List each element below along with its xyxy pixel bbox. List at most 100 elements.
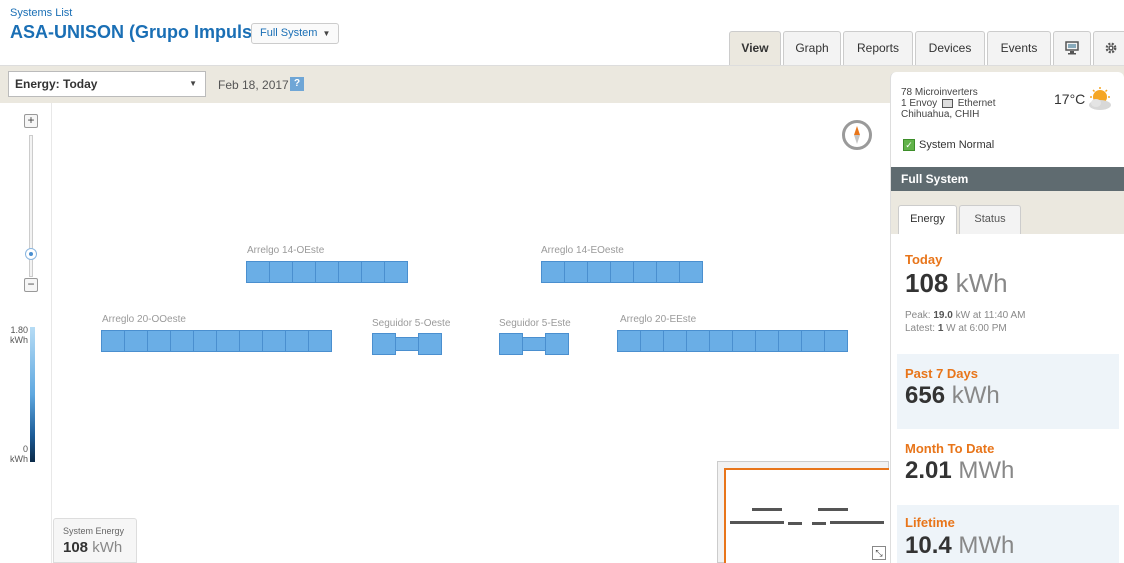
envoy-connection: Ethernet (957, 98, 996, 109)
compass-icon[interactable] (842, 120, 872, 150)
solar-array[interactable] (541, 261, 703, 283)
stat-week-number: 656 (905, 382, 946, 409)
chevron-down-icon: ▼ (322, 29, 331, 38)
solar-panel[interactable] (663, 330, 687, 352)
partly-sunny-icon (1089, 87, 1111, 110)
solar-panel[interactable] (499, 333, 523, 355)
solar-panel[interactable] (564, 261, 588, 283)
solar-panel[interactable] (610, 261, 634, 283)
view-tabs: View Graph Reports Devices Events (729, 31, 1124, 65)
solar-panel[interactable] (147, 330, 171, 352)
stat-life-number: 10.4 (905, 532, 952, 559)
system-energy-number: 108 (63, 539, 89, 556)
zoom-in-button[interactable]: + (24, 114, 38, 128)
array-label: Seguidor 5-Oeste (372, 318, 451, 329)
solar-panel[interactable] (801, 330, 825, 352)
solar-panel[interactable] (372, 333, 396, 355)
solar-panel[interactable] (193, 330, 217, 352)
stat-month-number: 2.01 (905, 457, 952, 484)
solar-panel[interactable] (239, 330, 263, 352)
solar-panel[interactable] (216, 330, 240, 352)
energy-period-select[interactable]: Energy: Today ▼ (8, 71, 206, 97)
solar-panel[interactable] (395, 337, 419, 351)
solar-panel[interactable] (732, 330, 756, 352)
stat-today-value: 108 kWh (905, 268, 1008, 299)
system-dropdown[interactable]: Full System ▼ (251, 23, 340, 44)
solar-panel[interactable] (269, 261, 293, 283)
scale-max-label: 1.80 kWh (6, 325, 28, 345)
solar-panel[interactable] (679, 261, 703, 283)
solar-panel[interactable] (587, 261, 611, 283)
minimap-viewport[interactable] (724, 468, 889, 563)
solar-panel[interactable] (361, 261, 385, 283)
solar-panel[interactable] (338, 261, 362, 283)
solar-array[interactable] (617, 330, 848, 352)
solar-array[interactable] (246, 261, 408, 283)
solar-panel[interactable] (541, 261, 565, 283)
array-map[interactable]: + − 1.80 kWh 0 kWh Arrelgo 14-OEste Arre… (0, 103, 890, 563)
solar-panel[interactable] (633, 261, 657, 283)
expand-icon[interactable]: ⤡ (872, 546, 886, 560)
energy-period-label: Energy: Today (15, 77, 98, 91)
solar-panel[interactable] (315, 261, 339, 283)
microinverter-count: 78 Microinverters (901, 87, 978, 98)
solar-tracker[interactable] (372, 333, 442, 355)
solar-array[interactable] (101, 330, 332, 352)
temperature: 17°C (1054, 91, 1086, 107)
solar-panel[interactable] (308, 330, 332, 352)
solar-panel[interactable] (170, 330, 194, 352)
systems-list-link[interactable]: Systems List (10, 7, 72, 19)
minimap-array (730, 521, 784, 524)
tab-reports[interactable]: Reports (843, 31, 913, 65)
solar-panel[interactable] (124, 330, 148, 352)
solar-panel[interactable] (686, 330, 710, 352)
solar-panel[interactable] (262, 330, 286, 352)
minimap[interactable]: ⤡ (717, 461, 889, 563)
solar-panel[interactable] (522, 337, 546, 351)
solar-panel[interactable] (617, 330, 641, 352)
solar-panel[interactable] (656, 261, 680, 283)
solar-panel[interactable] (755, 330, 779, 352)
solar-panel[interactable] (292, 261, 316, 283)
peak-prefix: Peak: (905, 310, 931, 321)
tab-graph[interactable]: Graph (783, 31, 841, 65)
tab-energy[interactable]: Energy (898, 205, 957, 234)
zoom-out-button[interactable]: − (24, 278, 38, 292)
solar-panel[interactable] (285, 330, 309, 352)
solar-panel[interactable] (709, 330, 733, 352)
stat-month-value: 2.01 MWh (905, 457, 1014, 485)
tab-settings[interactable] (1093, 31, 1124, 65)
solar-panel[interactable] (778, 330, 802, 352)
system-dropdown-label: Full System (260, 27, 318, 39)
minimap-array (788, 522, 802, 525)
scale-max-unit: kWh (10, 335, 28, 345)
solar-panel[interactable] (384, 261, 408, 283)
system-status: System Normal (919, 139, 995, 151)
tab-monitor[interactable] (1053, 31, 1091, 65)
stat-life-unit: MWh (958, 532, 1015, 559)
zoom-slider-handle[interactable] (25, 248, 37, 260)
site-title: ASA-UNISON (Grupo Impulsor) (10, 22, 276, 42)
latest-suffix: W at 6:00 PM (946, 323, 1007, 334)
help-icon[interactable]: ? (290, 77, 304, 91)
array-label: Seguidor 5-Este (499, 318, 571, 329)
solar-panel[interactable] (101, 330, 125, 352)
system-energy-unit: kWh (92, 539, 123, 556)
scale-max-value: 1.80 (10, 325, 28, 335)
solar-tracker[interactable] (499, 333, 569, 355)
latest-value: 1 (937, 323, 944, 334)
tab-events[interactable]: Events (987, 31, 1051, 65)
minimap-array (830, 521, 884, 524)
solar-panel[interactable] (246, 261, 270, 283)
tab-view[interactable]: View (729, 31, 781, 65)
solar-panel[interactable] (640, 330, 664, 352)
system-energy-box: System Energy 108 kWh (53, 518, 137, 563)
peak-value: 19.0 (933, 310, 953, 321)
solar-panel[interactable] (418, 333, 442, 355)
energy-scale-bar (30, 327, 35, 462)
solar-panel[interactable] (824, 330, 848, 352)
scale-min-label: 0 kWh (6, 444, 28, 464)
tab-status[interactable]: Status (959, 205, 1021, 234)
solar-panel[interactable] (545, 333, 569, 355)
tab-devices[interactable]: Devices (915, 31, 985, 65)
